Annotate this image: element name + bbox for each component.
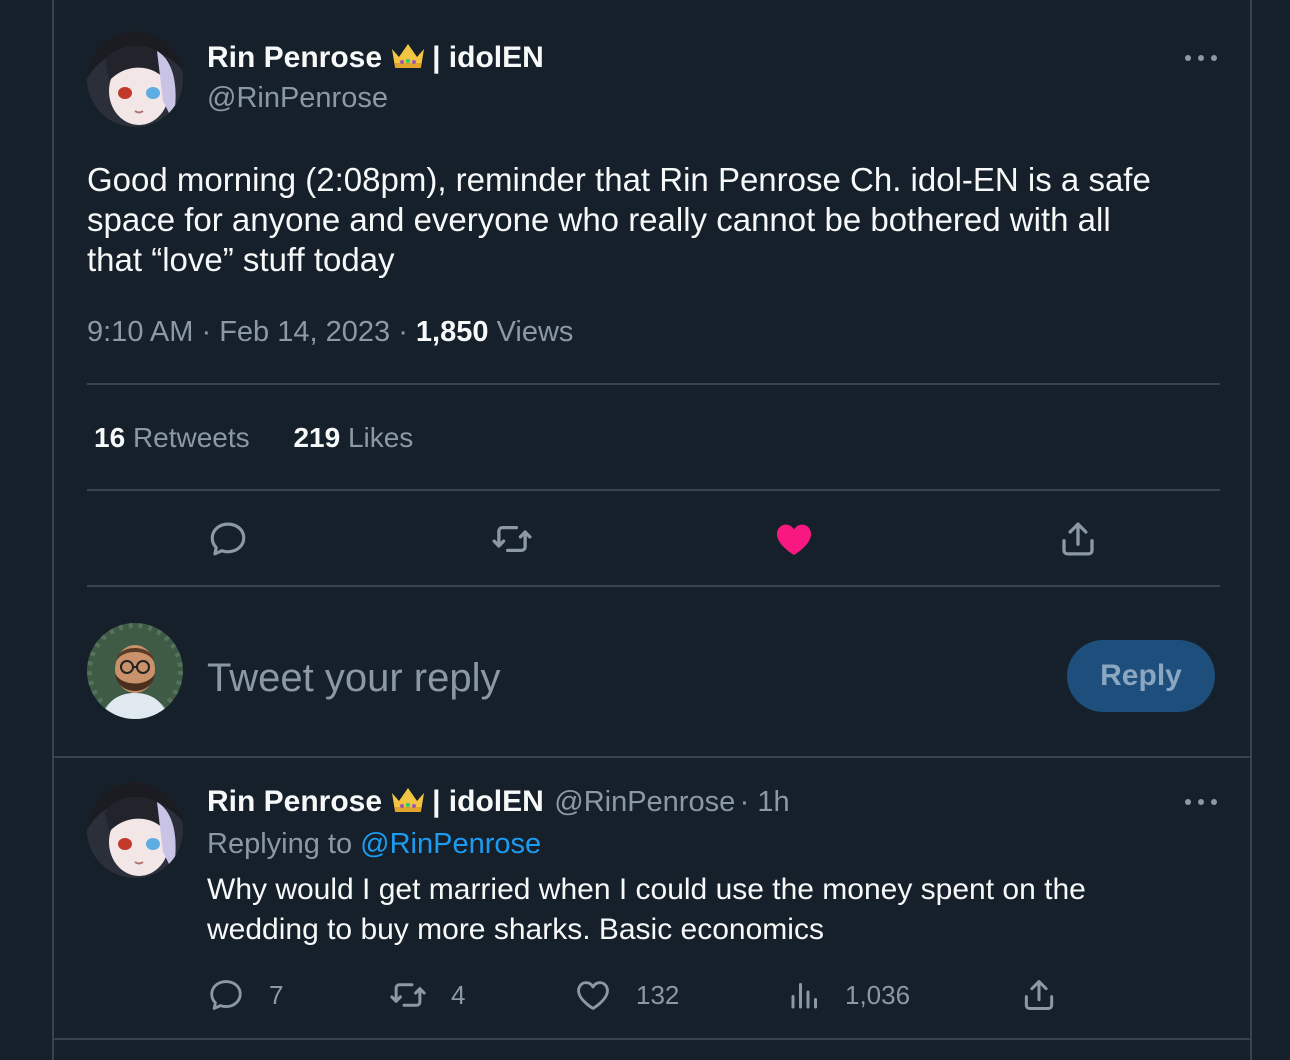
tweet-text: Good morning (2:08pm), reminder that Rin… <box>87 161 1151 278</box>
author-avatar[interactable] <box>87 31 183 127</box>
reply-time[interactable]: · 1h <box>740 786 790 818</box>
reply-button[interactable] <box>207 518 249 560</box>
reply-retweet-button[interactable]: 4 <box>387 976 465 1014</box>
section-divider <box>54 1038 1250 1040</box>
display-name-suffix: | idolEN <box>432 41 544 74</box>
tweet-meta: 9:10 AM · Feb 14, 2023 · 1,850 Views <box>87 316 574 348</box>
divider <box>87 585 1220 587</box>
heart-filled-icon <box>776 524 812 556</box>
reply-views-button[interactable]: 1,036 <box>787 976 910 1014</box>
reply-more-options-button[interactable] <box>1181 792 1221 812</box>
reply-icon <box>210 980 242 1010</box>
reply-icon <box>210 522 246 556</box>
crown-icon <box>390 785 426 829</box>
tweet-time[interactable]: 9:10 AM <box>87 316 193 348</box>
reply-count: 7 <box>269 979 284 1010</box>
share-icon <box>1062 522 1094 556</box>
views-label: Views <box>496 316 574 348</box>
replying-to: Replying to @RinPenrose <box>207 828 542 860</box>
retweet-icon <box>390 983 426 1007</box>
reply-like-button[interactable]: 132 <box>574 976 679 1014</box>
reply-handle[interactable]: @RinPenrose <box>554 786 735 818</box>
views-icon <box>791 983 817 1009</box>
replying-to-link[interactable]: @RinPenrose <box>360 828 541 860</box>
like-count: 132 <box>636 979 680 1010</box>
timeline-column: Rin Penrose | idolEN @RinPenrose Good mor… <box>52 0 1252 1060</box>
reply-display-name[interactable]: Rin Penrose <box>207 785 382 818</box>
section-divider <box>54 756 1250 758</box>
divider <box>87 383 1220 385</box>
more-icon <box>1185 799 1191 805</box>
author-name[interactable]: Rin Penrose | idolEN <box>207 40 544 76</box>
likes-stat[interactable]: 219 Likes <box>293 422 413 453</box>
like-button[interactable] <box>773 518 815 560</box>
tweet-date[interactable]: Feb 14, 2023 <box>219 316 390 348</box>
more-icon <box>1185 55 1191 61</box>
more-options-button[interactable] <box>1181 48 1221 68</box>
share-button[interactable] <box>1057 518 1099 560</box>
reply-text: Why would I get married when I could use… <box>207 873 1086 946</box>
reply-author-avatar[interactable] <box>87 782 183 878</box>
reply-share-button[interactable] <box>1020 976 1058 1014</box>
crown-icon <box>390 41 426 80</box>
display-name: Rin Penrose <box>207 41 383 74</box>
retweet-icon <box>492 525 532 553</box>
reply-reply-button[interactable]: 7 <box>207 976 283 1014</box>
reply-submit-button[interactable]: Reply <box>1067 640 1215 712</box>
reply-composer-input[interactable] <box>207 648 1027 708</box>
retweet-count: 4 <box>451 979 466 1010</box>
retweet-button[interactable] <box>489 518 535 560</box>
share-icon <box>1024 980 1054 1010</box>
reply-header: Rin Penrose | idolEN @RinPenrose · 1h <box>207 784 790 820</box>
views-count: 1,850 <box>415 316 489 348</box>
reply-display-name-suffix: | idolEN <box>432 785 544 818</box>
current-user-avatar[interactable] <box>87 623 183 719</box>
retweets-stat[interactable]: 16 Retweets <box>94 422 250 453</box>
author-handle[interactable]: @RinPenrose <box>207 82 388 115</box>
engagement-stats: 16 Retweets 219 Likes <box>94 422 413 454</box>
views-count: 1,036 <box>845 979 911 1010</box>
divider <box>87 489 1220 491</box>
heart-outline-icon <box>577 981 609 1010</box>
